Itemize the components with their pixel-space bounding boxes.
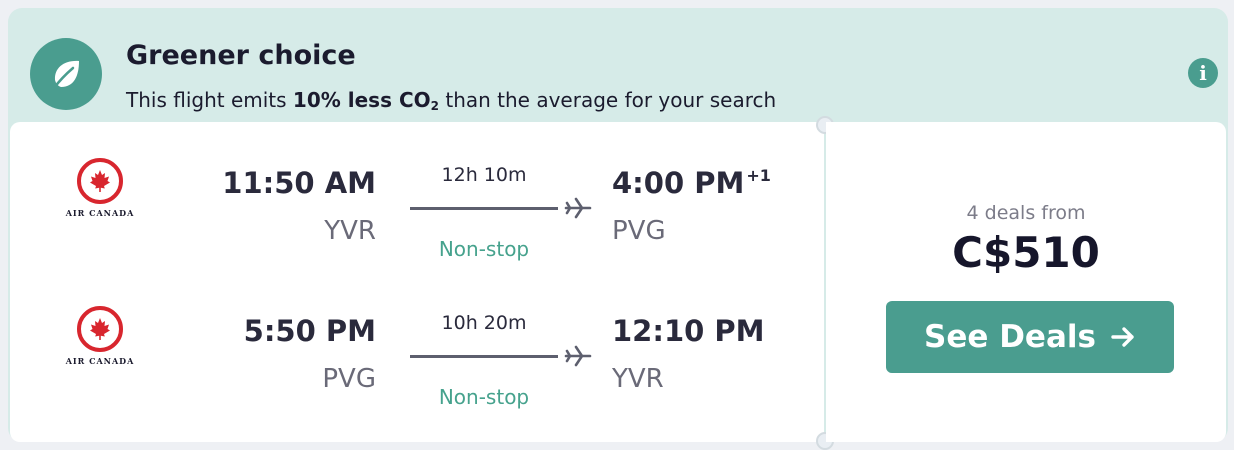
day-offset: +1 bbox=[746, 166, 771, 185]
arrival-airport: YVR bbox=[612, 364, 664, 394]
airline-name: AIR CANADA bbox=[65, 356, 135, 366]
banner-title: Greener choice bbox=[126, 40, 356, 71]
stops-label: Non-stop bbox=[438, 385, 530, 409]
see-deals-label: See Deals bbox=[924, 319, 1096, 355]
flight-duration: 10h 20m bbox=[441, 312, 527, 334]
departure-airport: YVR bbox=[324, 216, 376, 246]
banner-subtitle: This flight emits 10% less CO2 than the … bbox=[126, 88, 776, 113]
outbound-leg: AIR CANADA 11:50 AM YVR 12h 10m Non-stop… bbox=[10, 122, 824, 262]
flight-duration: 12h 10m bbox=[441, 164, 527, 186]
arrival-time: 12:10 PM bbox=[612, 314, 767, 348]
co2-amount: 10% less CO bbox=[292, 88, 431, 112]
arrow-right-icon bbox=[1111, 327, 1134, 347]
maple-leaf-icon bbox=[77, 306, 123, 352]
plane-icon bbox=[564, 345, 592, 367]
price-panel: 4 deals from C$510 See Deals bbox=[826, 122, 1226, 442]
departure-time: 5:50 PM bbox=[243, 314, 376, 348]
departure-time: 11:50 AM bbox=[222, 166, 376, 200]
arrival-time-text: 4:00 PM bbox=[612, 166, 745, 200]
banner-subtitle-suffix: than the average for your search bbox=[439, 88, 777, 112]
leaf-icon bbox=[30, 38, 102, 110]
route-line bbox=[410, 207, 558, 210]
banner-subtitle-highlight: 10% less CO2 bbox=[292, 88, 439, 113]
airline-logo: AIR CANADA bbox=[54, 306, 146, 366]
maple-leaf-icon bbox=[77, 158, 123, 204]
airline-logo: AIR CANADA bbox=[54, 158, 146, 218]
return-leg: AIR CANADA 5:50 PM PVG 10h 20m Non-stop … bbox=[10, 270, 824, 410]
arrival-airport: PVG bbox=[612, 216, 666, 246]
see-deals-button[interactable]: See Deals bbox=[886, 301, 1174, 373]
arrival-time: 4:00 PM +1 bbox=[612, 166, 771, 200]
info-icon[interactable]: i bbox=[1188, 58, 1218, 88]
route-line bbox=[410, 355, 558, 358]
deals-count-label: 4 deals from bbox=[966, 202, 1086, 224]
banner-subtitle-prefix: This flight emits bbox=[126, 88, 293, 112]
departure-airport: PVG bbox=[322, 364, 376, 394]
airline-name: AIR CANADA bbox=[65, 208, 135, 218]
co2-subscript: 2 bbox=[430, 99, 439, 113]
plane-icon bbox=[564, 197, 592, 219]
arrival-time-text: 12:10 PM bbox=[612, 314, 765, 348]
itinerary-panel[interactable]: AIR CANADA 11:50 AM YVR 12h 10m Non-stop… bbox=[10, 122, 824, 442]
stops-label: Non-stop bbox=[438, 237, 530, 261]
price: C$510 bbox=[952, 228, 1100, 277]
